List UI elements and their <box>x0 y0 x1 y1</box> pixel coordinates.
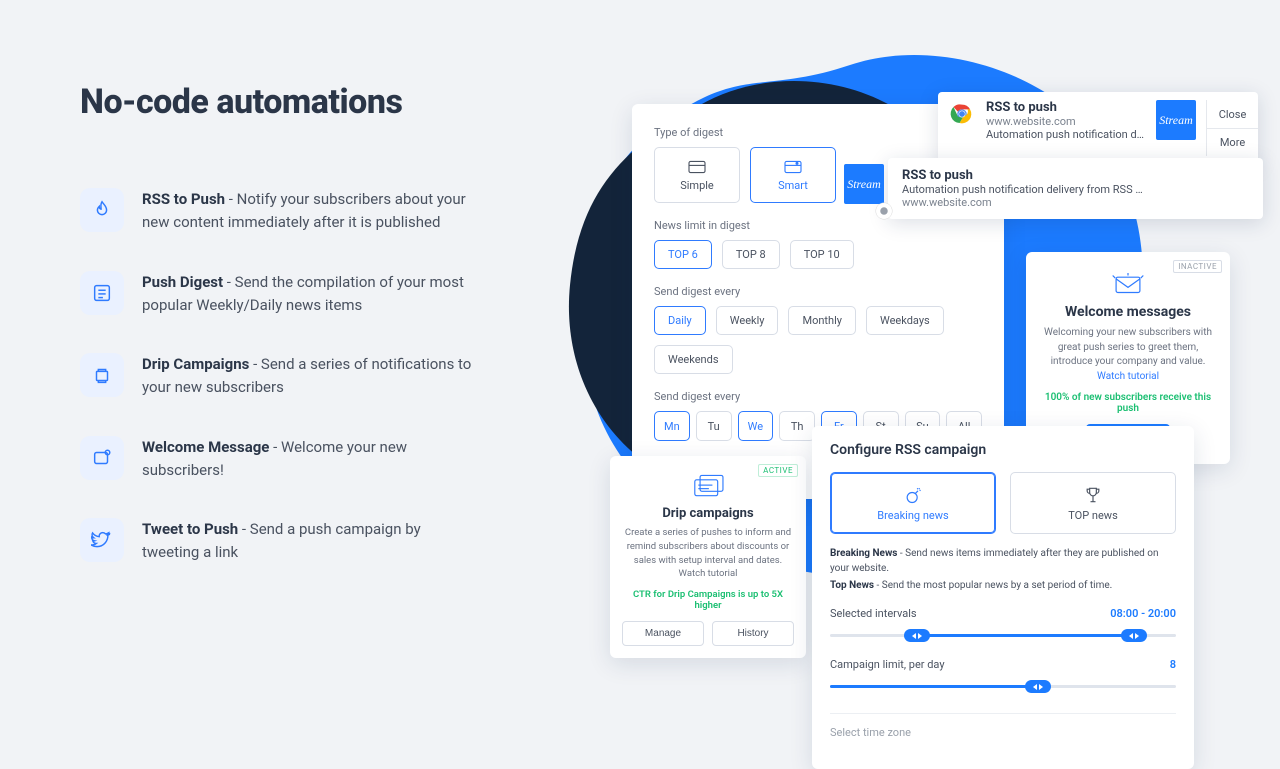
trophy-icon <box>1083 485 1103 505</box>
layers-icon <box>80 353 124 397</box>
welcome-title: Welcome messages <box>1040 304 1216 320</box>
toast-more-button[interactable]: More <box>1206 128 1258 156</box>
day-mn[interactable]: Mn <box>654 411 690 441</box>
drip-stat: CTR for Drip Campaigns is up to 5X highe… <box>622 589 794 611</box>
slider-thumb-start[interactable] <box>904 629 930 642</box>
toast-description: Automation push notification delivery fr… <box>902 183 1251 196</box>
push-notification-toast-1: RSS to push www.website.com Automation p… <box>938 92 1258 164</box>
browser-badge-icon <box>870 197 898 225</box>
drip-description: Create a series of pushes to inform and … <box>622 526 794 581</box>
freq-monthly[interactable]: Monthly <box>788 306 856 335</box>
feature-rss-to-push: RSS to Push - Notify your subscribers ab… <box>80 188 480 235</box>
feature-drip-campaigns: Drip Campaigns - Send a series of notifi… <box>80 353 480 400</box>
watch-tutorial-link[interactable]: Watch tutorial <box>1097 371 1159 382</box>
limit-top10[interactable]: TOP 10 <box>790 240 854 269</box>
top-news-desc: Top News - Send the most popular news by… <box>830 578 1176 593</box>
push-notification-toast-2: Stream RSS to push Automation push notif… <box>888 158 1263 219</box>
send-frequency-options: Daily Weekly Monthly Weekdays Weekends <box>654 306 982 374</box>
toast-title: RSS to push <box>902 168 1251 183</box>
feature-tweet-to-push: Tweet to Push - Send a push campaign by … <box>80 518 480 565</box>
limit-value: 8 <box>1170 658 1176 671</box>
list-icon <box>80 271 124 315</box>
drip-title: Drip campaigns <box>622 506 794 521</box>
day-we[interactable]: We <box>738 411 774 441</box>
drip-campaigns-card: ACTIVE Drip campaigns Create a series of… <box>610 456 806 658</box>
config-title: Configure RSS campaign <box>830 442 1176 458</box>
message-icon <box>80 436 124 480</box>
twitter-icon <box>80 518 124 562</box>
slider-thumb-end[interactable] <box>1121 629 1147 642</box>
news-limit-label: News limit in digest <box>654 219 982 232</box>
intervals-label: Selected intervals <box>830 607 917 620</box>
chrome-icon <box>948 100 976 128</box>
limit-slider[interactable] <box>830 677 1176 695</box>
bomb-icon <box>903 485 923 505</box>
history-button[interactable]: History <box>712 621 794 646</box>
day-tu[interactable]: Tu <box>696 411 732 441</box>
send-frequency-label: Send digest every <box>654 285 982 298</box>
freq-weekends[interactable]: Weekends <box>654 345 733 374</box>
freq-daily[interactable]: Daily <box>654 306 706 335</box>
intervals-slider[interactable] <box>830 626 1176 644</box>
feature-list: RSS to Push - Notify your subscribers ab… <box>80 188 480 601</box>
day-th[interactable]: Th <box>779 411 815 441</box>
send-days-label: Send digest every <box>654 390 982 403</box>
limit-label: Campaign limit, per day <box>830 658 945 671</box>
manage-button[interactable]: Manage <box>622 621 704 646</box>
breaking-news-desc: Breaking News - Send news items immediat… <box>830 546 1176 576</box>
intervals-value: 08:00 - 20:00 <box>1110 607 1176 620</box>
digest-type-simple[interactable]: Simple <box>654 147 740 203</box>
limit-top6[interactable]: TOP 6 <box>654 240 712 269</box>
type-top-news[interactable]: TOP news <box>1010 472 1176 534</box>
feature-text: RSS to Push - Notify your subscribers ab… <box>142 188 480 235</box>
news-limit-options: TOP 6 TOP 8 TOP 10 <box>654 240 982 269</box>
toast-description: Automation push notification deli… <box>986 128 1146 141</box>
timezone-label: Select time zone <box>830 726 1176 739</box>
configure-rss-card: Configure RSS campaign Breaking news TOP… <box>812 426 1194 769</box>
toast-close-button[interactable]: Close <box>1206 100 1258 128</box>
type-of-digest-label: Type of digest <box>654 126 982 139</box>
type-breaking-news[interactable]: Breaking news <box>830 472 996 534</box>
feature-text: Drip Campaigns - Send a series of notifi… <box>142 353 480 400</box>
toast-title: RSS to push <box>986 100 1146 115</box>
status-badge-active: ACTIVE <box>758 464 798 477</box>
limit-top8[interactable]: TOP 8 <box>722 240 780 269</box>
feature-welcome-message: Welcome Message - Welcome your new subsc… <box>80 436 480 483</box>
welcome-stat: 100% of new subscribers receive this pus… <box>1040 392 1216 414</box>
slider-thumb[interactable] <box>1025 680 1051 693</box>
stream-logo: Stream <box>1156 100 1196 140</box>
freq-weekly[interactable]: Weekly <box>716 306 779 335</box>
freq-weekdays[interactable]: Weekdays <box>866 306 944 335</box>
envelope-icon <box>1111 272 1145 296</box>
welcome-description: Welcoming your new subscribers with grea… <box>1040 326 1216 384</box>
page-heading: No-code automations <box>80 82 402 122</box>
toast-url: www.website.com <box>986 115 1146 128</box>
feature-text: Push Digest - Send the compilation of yo… <box>142 271 480 318</box>
feature-text: Welcome Message - Welcome your new subsc… <box>142 436 480 483</box>
status-badge-inactive: INACTIVE <box>1173 260 1222 273</box>
watch-tutorial-link[interactable]: Watch tutorial <box>679 568 738 579</box>
feature-push-digest: Push Digest - Send the compilation of yo… <box>80 271 480 318</box>
flame-icon <box>80 188 124 232</box>
toast-url: www.website.com <box>902 196 1251 209</box>
digest-type-smart[interactable]: Smart <box>750 147 836 203</box>
feature-text: Tweet to Push - Send a push campaign by … <box>142 518 480 565</box>
cards-stack-icon <box>686 472 730 500</box>
